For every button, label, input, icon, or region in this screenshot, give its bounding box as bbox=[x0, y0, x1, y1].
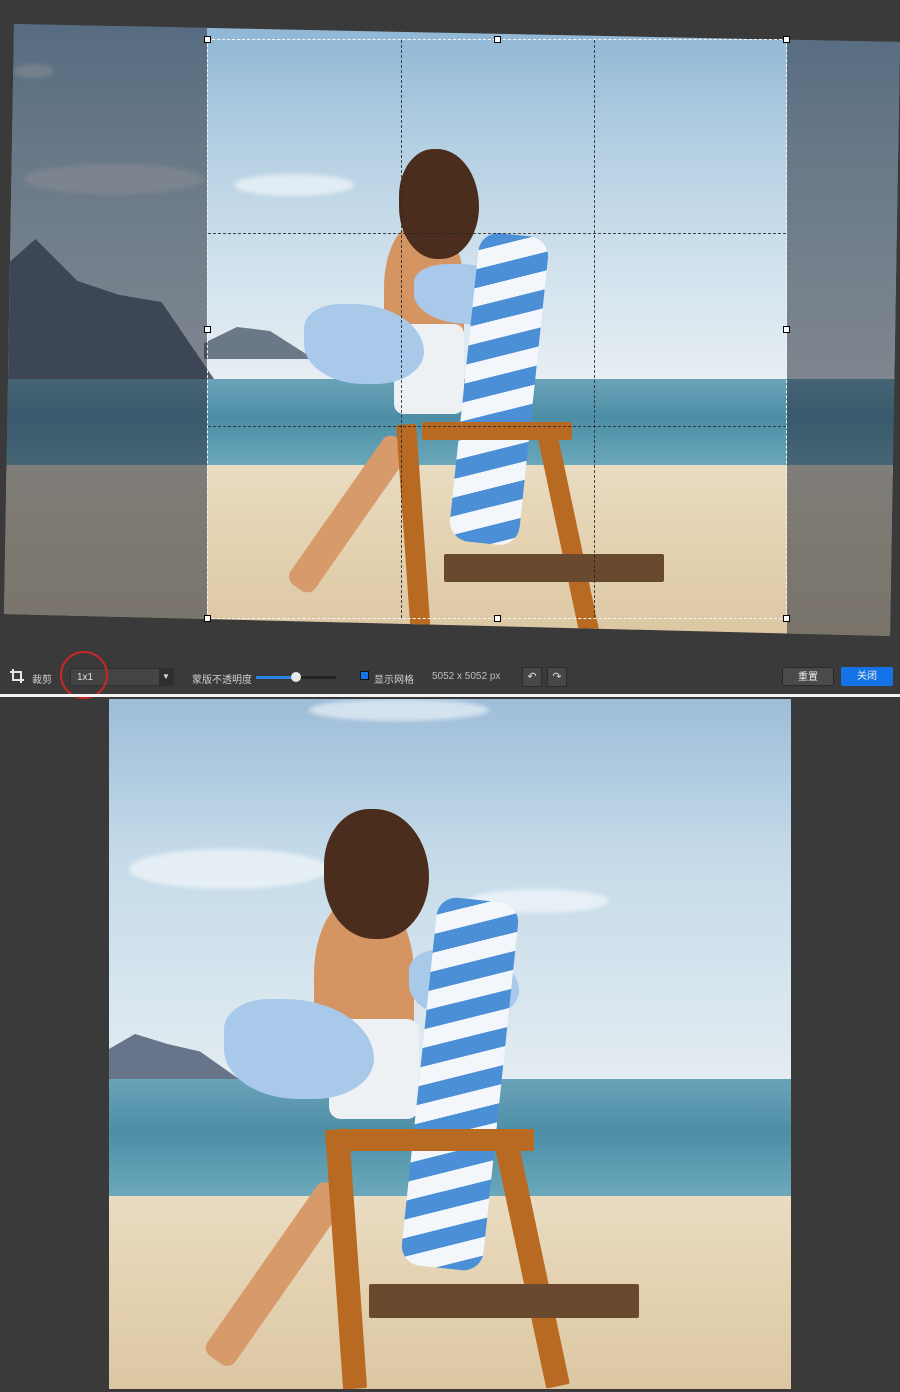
crop-handle-bottom[interactable] bbox=[494, 615, 501, 622]
rotate-right-icon[interactable]: ↷ bbox=[547, 667, 567, 687]
crop-handle-top[interactable] bbox=[494, 36, 501, 43]
crop-handle-top-left[interactable] bbox=[204, 36, 211, 43]
annotation-circle bbox=[60, 651, 108, 699]
tool-label: 裁剪 bbox=[32, 675, 52, 686]
section-divider bbox=[0, 694, 900, 697]
dimensions-readout: 5052 x 5052 px bbox=[432, 671, 501, 682]
cropped-result-image bbox=[109, 699, 791, 1389]
show-grid-label: 显示网格 bbox=[374, 675, 414, 686]
crop-toolbar: 裁剪 1x1 ▼ 蒙版不透明度 显示网格 5052 x 5052 px ↶ ↷ … bbox=[0, 651, 900, 699]
opacity-slider-thumb[interactable] bbox=[291, 672, 301, 682]
crop-icon bbox=[10, 669, 24, 683]
crop-handle-bottom-left[interactable] bbox=[204, 615, 211, 622]
crop-canvas[interactable] bbox=[0, 0, 900, 640]
crop-handle-left[interactable] bbox=[204, 326, 211, 333]
opacity-label: 蒙版不透明度 bbox=[192, 675, 252, 686]
crop-handle-right[interactable] bbox=[783, 326, 790, 333]
opacity-slider[interactable] bbox=[256, 672, 336, 682]
crop-handle-top-right[interactable] bbox=[783, 36, 790, 43]
reset-button[interactable]: 重置 bbox=[782, 667, 834, 686]
crop-handle-bottom-right[interactable] bbox=[783, 615, 790, 622]
opacity-slider-fill bbox=[256, 676, 296, 679]
show-grid-checkbox[interactable] bbox=[360, 671, 369, 680]
chevron-down-icon[interactable]: ▼ bbox=[159, 669, 173, 685]
rotate-left-icon[interactable]: ↶ bbox=[522, 667, 542, 687]
close-button[interactable]: 关闭 bbox=[841, 667, 893, 686]
crop-frame[interactable] bbox=[204, 36, 790, 622]
